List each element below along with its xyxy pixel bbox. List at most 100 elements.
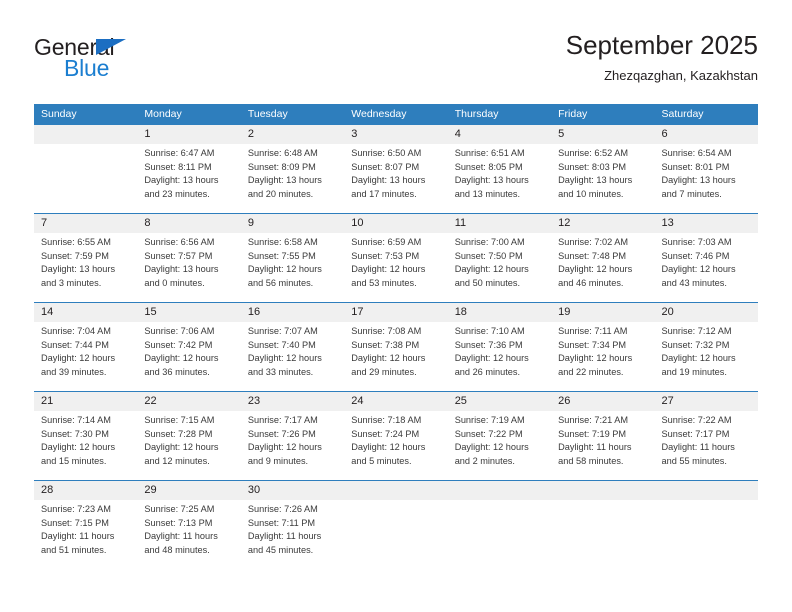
day-number[interactable]: 7 — [34, 214, 137, 233]
day-number[interactable]: 24 — [344, 392, 447, 411]
calendar-day-cell[interactable]: Sunrise: 7:14 AM Sunset: 7:30 PM Daylight:… — [34, 411, 137, 480]
calendar-day-cell[interactable]: Sunrise: 6:47 AM Sunset: 8:11 PM Daylight:… — [137, 144, 240, 213]
calendar-day-cell[interactable]: Sunrise: 7:11 AM Sunset: 7:34 PM Daylight:… — [551, 322, 654, 391]
day-number[interactable]: 3 — [344, 125, 447, 144]
calendar-day-cell[interactable]: Sunrise: 7:23 AM Sunset: 7:15 PM Daylight:… — [34, 500, 137, 569]
day-number[interactable]: 13 — [655, 214, 758, 233]
day-detail-line: Sunset: 7:44 PM — [41, 339, 109, 350]
day-detail-line: Sunset: 7:53 PM — [351, 250, 420, 261]
calendar-day-cell[interactable]: Sunrise: 7:21 AM Sunset: 7:19 PM Daylight:… — [551, 411, 654, 480]
calendar-day-cell[interactable]: Sunrise: 7:12 AM Sunset: 7:32 PM Daylight:… — [655, 322, 758, 391]
day-detail-line: Daylight: 12 hours — [41, 442, 116, 453]
day-detail-line: Sunrise: 6:56 AM — [144, 237, 215, 247]
day-number[interactable]: 2 — [241, 125, 344, 144]
day-number[interactable]: 14 — [34, 303, 137, 322]
calendar-day-cell[interactable]: Sunrise: 6:51 AM Sunset: 8:05 PM Daylight:… — [448, 144, 551, 213]
calendar-day-cell[interactable]: Sunrise: 7:15 AM Sunset: 7:28 PM Daylight:… — [137, 411, 240, 480]
day-number[interactable]: 16 — [241, 303, 344, 322]
day-detail-line: and 36 minutes. — [144, 367, 210, 378]
day-number[interactable]: 22 — [137, 392, 240, 411]
weekday-header-sunday: Sunday — [41, 108, 77, 120]
day-detail-line: and 19 minutes. — [661, 367, 727, 378]
calendar-day-cell[interactable]: Sunrise: 7:00 AM Sunset: 7:50 PM Daylight:… — [448, 233, 551, 302]
calendar-day-cell[interactable]: Sunrise: 6:59 AM Sunset: 7:53 PM Daylight:… — [344, 233, 447, 302]
logo-text-blue: Blue — [64, 55, 110, 81]
day-detail-line: Sunrise: 7:07 AM — [247, 326, 318, 336]
day-number[interactable]: 23 — [241, 392, 344, 411]
day-detail-line: Daylight: 13 hours — [41, 264, 116, 275]
calendar-day-cell[interactable]: Sunrise: 6:54 AM Sunset: 8:01 PM Daylight:… — [655, 144, 758, 213]
day-number[interactable]: 27 — [655, 392, 758, 411]
day-detail-line: Sunset: 7:28 PM — [144, 428, 213, 439]
day-number[interactable]: 10 — [344, 214, 447, 233]
day-number[interactable]: 29 — [137, 481, 240, 500]
calendar-day-cell[interactable]: Sunrise: 7:25 AM Sunset: 7:13 PM Daylight:… — [137, 500, 240, 569]
day-detail-line: Daylight: 12 hours — [661, 353, 736, 364]
day-number[interactable]: 8 — [137, 214, 240, 233]
week-daynumber-band: 28 29 30 — [34, 481, 758, 500]
day-number[interactable]: 6 — [655, 125, 758, 144]
day-number[interactable]: 26 — [551, 392, 654, 411]
day-detail-line: and 50 minutes. — [454, 278, 521, 289]
day-number[interactable]: 20 — [655, 303, 758, 322]
calendar-day-cell[interactable]: Sunrise: 7:08 AM Sunset: 7:38 PM Daylight:… — [344, 322, 447, 391]
day-detail-line: Sunset: 8:05 PM — [454, 161, 523, 172]
day-number[interactable]: 19 — [551, 303, 654, 322]
calendar-day-cell[interactable]: Sunrise: 6:50 AM Sunset: 8:07 PM Daylight:… — [344, 144, 447, 213]
day-number[interactable]: 5 — [551, 125, 654, 144]
calendar-day-cell[interactable]: Sunrise: 7:26 AM Sunset: 7:11 PM Daylight:… — [241, 500, 344, 569]
day-number[interactable]: 25 — [448, 392, 551, 411]
day-detail-line: Daylight: 12 hours — [454, 442, 529, 453]
day-number[interactable]: 12 — [551, 214, 654, 233]
day-detail-line: and 10 minutes. — [558, 189, 624, 200]
day-number[interactable]: 15 — [137, 303, 240, 322]
day-detail-line: Sunset: 7:46 PM — [661, 250, 730, 261]
day-number-empty — [344, 481, 447, 500]
calendar-day-cell[interactable]: Sunrise: 7:10 AM Sunset: 7:36 PM Daylight:… — [448, 322, 551, 391]
calendar-day-cell[interactable]: Sunrise: 7:17 AM Sunset: 7:26 PM Daylight:… — [241, 411, 344, 480]
day-detail-line: Sunrise: 7:04 AM — [41, 326, 111, 336]
calendar-day-cell[interactable]: Sunrise: 7:02 AM Sunset: 7:48 PM Daylight:… — [551, 233, 654, 302]
page-header: General Blue September 2025 Zhezqazghan,… — [0, 0, 792, 100]
day-number[interactable]: 9 — [241, 214, 344, 233]
calendar-week-row: 7 8 9 10 11 12 13 Sunrise: 6:55 AM Sunset: 7:59 … — [34, 213, 758, 302]
day-detail-line: and 26 minutes. — [454, 367, 521, 378]
day-detail-line: and 46 minutes. — [558, 278, 624, 289]
day-detail-line: and 48 minutes. — [144, 545, 210, 556]
weekday-header-tuesday: Tuesday — [247, 108, 288, 120]
calendar-day-cell-empty — [448, 500, 551, 569]
calendar-day-cell[interactable]: Sunrise: 7:06 AM Sunset: 7:42 PM Daylight:… — [137, 322, 240, 391]
day-detail-line: Sunset: 8:01 PM — [661, 161, 730, 172]
day-number[interactable]: 17 — [344, 303, 447, 322]
day-detail-line: and 2 minutes. — [454, 456, 515, 467]
calendar-day-cell[interactable]: Sunrise: 6:48 AM Sunset: 8:09 PM Daylight:… — [241, 144, 344, 213]
calendar-day-cell[interactable]: Sunrise: 6:52 AM Sunset: 8:03 PM Daylight:… — [551, 144, 654, 213]
day-detail-line: Sunrise: 6:48 AM — [247, 148, 318, 158]
calendar-day-cell[interactable]: Sunrise: 6:55 AM Sunset: 7:59 PM Daylight:… — [34, 233, 137, 302]
calendar-day-cell[interactable]: Sunrise: 7:22 AM Sunset: 7:17 PM Daylight:… — [655, 411, 758, 480]
day-detail-line: and 33 minutes. — [247, 367, 314, 378]
calendar-day-cell[interactable]: Sunrise: 7:19 AM Sunset: 7:22 PM Daylight:… — [448, 411, 551, 480]
day-detail-line: Sunset: 8:11 PM — [144, 161, 212, 172]
day-number[interactable]: 1 — [137, 125, 240, 144]
calendar-week-row: 14 15 16 17 18 19 20 Sunrise: 7:04 AM Sunset: 7:… — [34, 302, 758, 391]
calendar-day-cell[interactable]: Sunrise: 7:18 AM Sunset: 7:24 PM Daylight:… — [344, 411, 447, 480]
day-number[interactable]: 4 — [448, 125, 551, 144]
day-number[interactable]: 28 — [34, 481, 137, 500]
page-title: September 2025 — [565, 30, 758, 60]
calendar-day-cell[interactable]: Sunrise: 7:04 AM Sunset: 7:44 PM Daylight:… — [34, 322, 137, 391]
day-detail-line: Sunset: 8:03 PM — [558, 161, 627, 172]
calendar-day-cell[interactable]: Sunrise: 7:07 AM Sunset: 7:40 PM Daylight:… — [241, 322, 344, 391]
day-number[interactable]: 21 — [34, 392, 137, 411]
day-number[interactable]: 18 — [448, 303, 551, 322]
day-detail-line: Sunrise: 7:14 AM — [41, 415, 111, 425]
day-detail-line: and 17 minutes. — [351, 189, 417, 200]
day-detail-line: Sunset: 7:50 PM — [454, 250, 523, 261]
general-blue-logo[interactable]: General Blue — [34, 34, 214, 86]
calendar-day-cell[interactable]: Sunrise: 6:58 AM Sunset: 7:55 PM Daylight:… — [241, 233, 344, 302]
day-number[interactable]: 30 — [241, 481, 344, 500]
calendar-day-cell[interactable]: Sunrise: 6:56 AM Sunset: 7:57 PM Daylight:… — [137, 233, 240, 302]
day-number[interactable]: 11 — [448, 214, 551, 233]
calendar-day-cell[interactable]: Sunrise: 7:03 AM Sunset: 7:46 PM Daylight:… — [655, 233, 758, 302]
day-detail-line: and 3 minutes. — [41, 278, 102, 289]
